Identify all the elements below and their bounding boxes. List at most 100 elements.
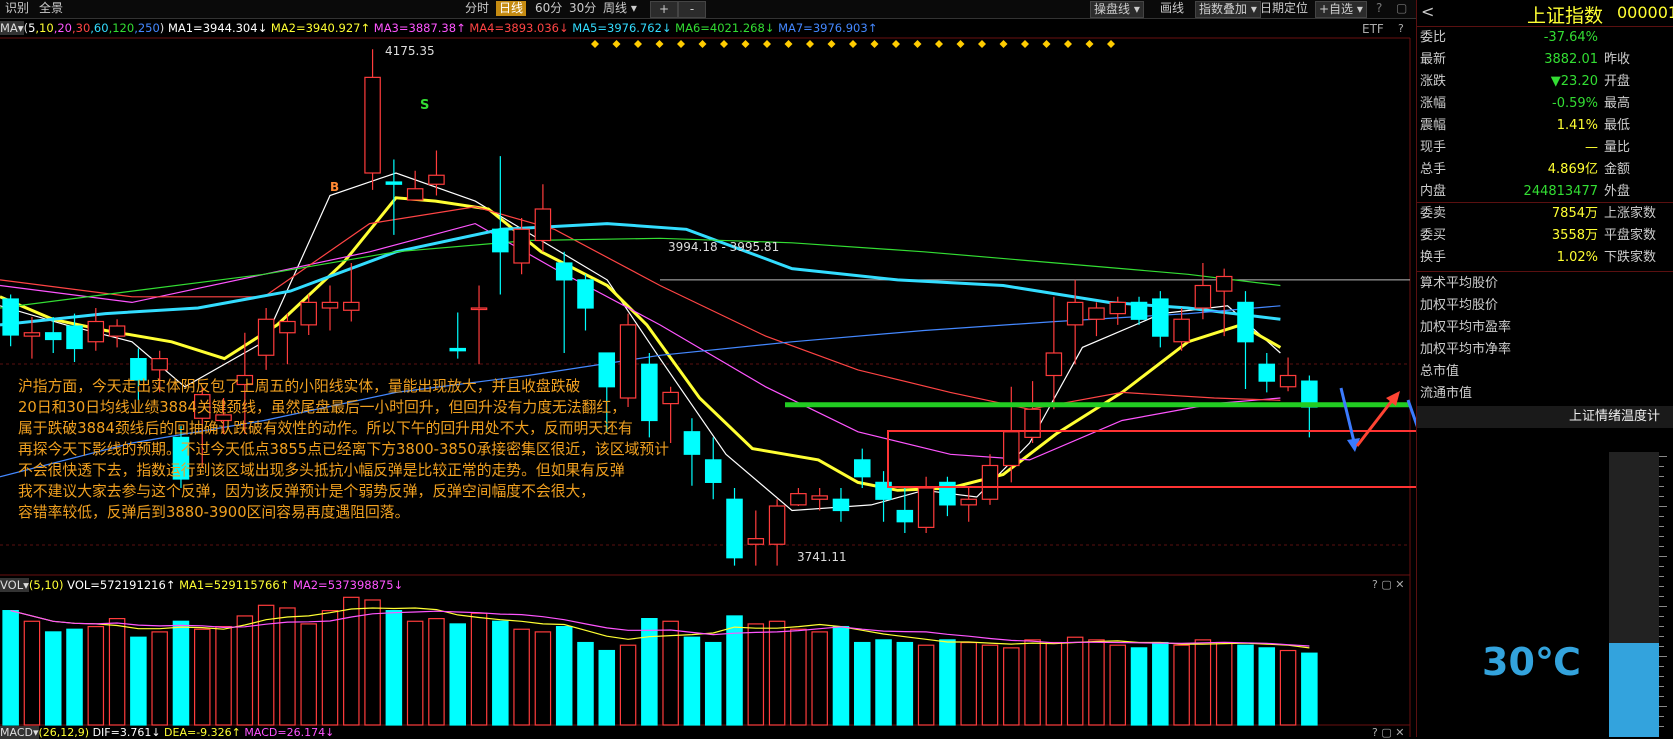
volume-bar (1215, 641, 1233, 726)
vol-params[interactable]: (5,10) (29, 578, 64, 592)
quote-row-2: 涨跌 ▼23.20 开盘 (1417, 71, 1673, 93)
volume-bar (492, 620, 509, 726)
quote-value: 3558万 (1551, 228, 1598, 243)
kline-chart[interactable] (0, 0, 1416, 737)
vol-selector[interactable]: VOL▾ (0, 578, 29, 592)
volume-bar (406, 620, 424, 726)
volume-bar (1003, 647, 1020, 726)
diamond-marker-icon (634, 40, 642, 48)
volume-bar (279, 607, 296, 726)
volume-bar (577, 641, 594, 726)
volume-bar (108, 617, 126, 726)
ma-param-2: ,20 (53, 21, 72, 35)
volume-bar (87, 625, 105, 726)
stat-item-0[interactable]: 算术平均股价 (1420, 273, 1498, 295)
diamond-marker-icon (741, 40, 750, 48)
candle-up (768, 505, 786, 545)
volume-bar (1024, 639, 1041, 726)
quote-label-2: 上涨家数 (1604, 206, 1657, 221)
down-arrow-1 (1339, 387, 1357, 447)
quote-row-5: 现手 — 量比 (1417, 137, 1673, 159)
thermometer-tick (1659, 456, 1667, 457)
thermometer-tick (1659, 586, 1664, 587)
diamond-marker-icon (720, 40, 728, 48)
thermometer-tick (1659, 726, 1664, 727)
candle-down (577, 279, 594, 309)
candle-down (492, 228, 509, 253)
high-price-label: 4175.35 (385, 44, 435, 58)
quote-value: 1.02% (1556, 250, 1598, 265)
diamond-marker-icon (784, 40, 793, 48)
volume-bar (1237, 644, 1254, 726)
volume-bar (960, 641, 977, 726)
index-title: 上证指数 (1527, 5, 1604, 27)
stat-item-3[interactable]: 加权平均市净率 (1420, 339, 1511, 361)
help-icon[interactable]: ? (1398, 22, 1404, 35)
quote-row-10: 换手 1.02% 下跌家数 (1417, 247, 1673, 269)
candle-up (364, 76, 381, 174)
quote-value: 3882.01 (1544, 52, 1598, 67)
macd-selector[interactable]: MACD▾ (0, 726, 39, 739)
ma-values: MA1=3944.304↓ MA2=3940.927↑ MA3=3887.38↑… (168, 21, 877, 35)
divider (1417, 271, 1673, 272)
candle-up (257, 318, 275, 356)
volume-bar (385, 610, 403, 726)
macd-legend: MACD▾(26,12,9) DIF=3.761↓ DEA=-9.326↑ MA… (0, 726, 334, 739)
volume-bar (321, 610, 339, 726)
candle-up (981, 464, 999, 500)
ma-params[interactable]: 5,10,20,30,60,120,250 (28, 21, 160, 35)
quote-row-1: 最新 3882.01 昨收 (1417, 49, 1673, 71)
ma-value-1: MA2=3940.927↑ (270, 21, 374, 35)
candle-up (470, 307, 488, 311)
candle-up (279, 320, 296, 334)
stat-item-5[interactable]: 流通市值 (1420, 383, 1472, 405)
ma-value-5: MA6=4021.268↓ (675, 21, 779, 35)
quote-label-2: 量比 (1604, 140, 1631, 155)
volume-bar (1301, 652, 1318, 726)
quote-value: 4.869亿 (1547, 162, 1598, 177)
quote-label-2: 下跌家数 (1604, 250, 1657, 265)
quote-label: 最新 (1420, 52, 1447, 67)
candle-up (406, 188, 424, 201)
volume-bar (1279, 649, 1297, 726)
volume-bar (215, 625, 232, 726)
volume-bar (1109, 644, 1127, 726)
volume-bar (44, 631, 62, 726)
stat-item-4[interactable]: 总市值 (1420, 361, 1459, 383)
quote-row-4: 震幅 1.41% 最低 (1417, 115, 1673, 137)
diamond-marker-icon (1064, 40, 1072, 48)
diamond-marker-icon (913, 40, 922, 48)
diamond-marker-icon (763, 40, 771, 48)
candle-up (108, 325, 126, 337)
candle-down (1130, 301, 1148, 320)
candle-up (917, 487, 935, 528)
ma-value-6: MA7=3976.903↑ (778, 21, 878, 35)
etf-label[interactable]: ETF (1362, 22, 1384, 36)
macd-panel-controls[interactable]: ? ▢ ✕ (1372, 726, 1404, 739)
volume-bar (853, 641, 871, 726)
quote-label: 委买 (1420, 228, 1447, 243)
macd-params[interactable]: (26,12,9) (39, 726, 90, 739)
candle-up (300, 301, 317, 326)
thermometer-tick (1659, 566, 1664, 567)
thermometer-tick (1659, 706, 1667, 707)
ma-value-2: MA3=3887.38↑ (373, 21, 470, 35)
quote-panel: < 上证指数 000001 委比 -37.64% 最新 3882.01 昨收 涨跌 ▼23.… (1416, 0, 1673, 737)
vol-panel-controls[interactable]: ? ▢ ✕ (1372, 578, 1404, 591)
candle-down (2, 298, 19, 336)
stat-item-1[interactable]: 加权平均股价 (1420, 295, 1498, 317)
low-price-label: 3741.11 (797, 550, 847, 564)
quote-label: 委卖 (1420, 206, 1447, 221)
candle-up (1088, 307, 1105, 320)
stat-item-2[interactable]: 加权平均市盈率 (1420, 317, 1511, 339)
thermometer-tick (1659, 626, 1664, 627)
diamond-marker-icon (956, 40, 965, 48)
annotation-line-3: 再探今天下影线的预期。不过今天低点3855点已经离下方3800-3850承接密集… (18, 441, 670, 458)
quote-value: -37.64% (1543, 30, 1598, 45)
volume-bar (193, 628, 211, 726)
volume-bar (130, 636, 147, 726)
volume-bar (790, 628, 807, 726)
back-icon[interactable]: < (1421, 2, 1434, 21)
ma-selector[interactable]: MA▾ (0, 21, 24, 35)
volume-bar (619, 644, 637, 726)
